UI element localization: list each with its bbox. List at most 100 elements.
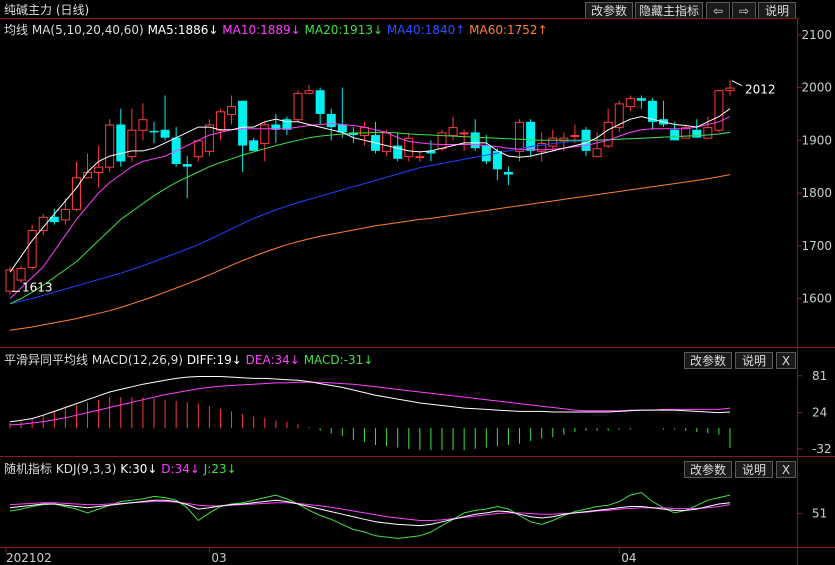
candle-body — [670, 129, 680, 141]
candle-body — [603, 121, 613, 147]
candle — [515, 119, 525, 162]
candle — [470, 119, 480, 151]
chart-canvas[interactable]: 1613 2012 2100 2000 1900 1800 1700 1600 81 24 -32… — [0, 0, 835, 565]
candle — [249, 137, 259, 151]
candle-body — [182, 164, 192, 167]
ma60-line — [9, 174, 731, 331]
candle — [260, 121, 270, 162]
candle — [371, 121, 381, 154]
candle-body — [315, 90, 325, 114]
candle — [293, 90, 303, 122]
candle-body — [5, 269, 15, 292]
k-line — [9, 499, 731, 527]
candle — [282, 116, 292, 136]
candle-body — [83, 171, 93, 179]
candle-body — [359, 127, 369, 137]
x-tick-label: 03 — [211, 551, 226, 565]
candle-body — [714, 90, 724, 131]
panel-frames — [0, 18, 835, 565]
axis-labels: 2100 2000 1900 1800 1700 1600 81 24 -32 51 202102 0… — [5, 28, 832, 565]
high-price-pointer — [731, 80, 743, 87]
candle-body — [249, 140, 259, 151]
candle — [526, 119, 536, 157]
dea-line — [9, 381, 731, 426]
candle — [171, 127, 181, 167]
y-tick-label: 2100 — [801, 28, 832, 42]
y-tick-label: 1700 — [801, 239, 832, 253]
candle — [359, 121, 369, 146]
candle — [537, 132, 547, 162]
candle-body — [127, 129, 137, 158]
candle-body — [470, 132, 480, 149]
candle-body — [515, 121, 525, 152]
macd-y-tick-label: 24 — [812, 406, 827, 420]
candle — [625, 95, 635, 112]
candle — [659, 100, 669, 128]
candle — [204, 119, 214, 157]
candle-body — [636, 98, 646, 101]
candle-body — [149, 130, 159, 133]
candle — [116, 108, 126, 167]
candle — [27, 224, 37, 270]
candle-body — [16, 267, 26, 281]
x-tick-label: 202102 — [6, 551, 52, 565]
candle — [315, 87, 325, 125]
macd-panel — [9, 376, 731, 451]
candle-body — [204, 124, 214, 152]
candle — [149, 121, 159, 143]
candle — [614, 100, 624, 133]
candle-body — [382, 132, 392, 152]
candle — [459, 129, 469, 151]
candle — [337, 87, 347, 138]
y-tick-label: 2000 — [801, 81, 832, 95]
candle-body — [703, 127, 713, 139]
candle — [160, 95, 170, 141]
candle — [94, 145, 104, 188]
candle-body — [160, 129, 170, 138]
candle-body — [293, 92, 303, 121]
price-panel: 1613 2012 — [5, 79, 776, 331]
candle — [71, 161, 81, 212]
candle — [714, 90, 724, 133]
candle-body — [548, 137, 558, 147]
candle — [692, 119, 702, 138]
candle-body — [625, 98, 635, 108]
candle — [647, 98, 657, 130]
candle — [49, 208, 59, 225]
candle-body — [692, 129, 702, 138]
candle-body — [592, 148, 602, 158]
candle — [138, 103, 148, 141]
candle-body — [326, 113, 336, 128]
candle-body — [193, 140, 203, 158]
candle-body — [94, 166, 104, 173]
candle-body — [448, 127, 458, 137]
candle-body — [238, 100, 248, 146]
x-tick-label: 04 — [621, 551, 636, 565]
j-line — [9, 491, 731, 539]
candle — [348, 127, 358, 143]
candle — [83, 153, 93, 179]
y-tick-label: 1600 — [801, 292, 832, 306]
candle — [193, 140, 203, 162]
candle-body — [71, 177, 81, 210]
candle-body — [725, 87, 735, 92]
candle — [481, 135, 491, 165]
candle-body — [105, 124, 115, 168]
candle — [404, 132, 414, 162]
candle-body — [415, 156, 425, 159]
macd-y-tick-label: -32 — [812, 442, 832, 456]
diff-line — [9, 376, 731, 423]
candle-body — [459, 132, 469, 135]
candle — [227, 95, 237, 125]
candle — [304, 84, 314, 94]
kdj-y-tick-label: 51 — [812, 507, 827, 521]
candle-body — [138, 119, 148, 131]
candle-body — [260, 124, 270, 144]
candle — [60, 198, 70, 225]
low-price-label: 1613 — [22, 280, 53, 294]
y-tick-label: 1800 — [801, 186, 832, 200]
kdj-panel — [9, 491, 731, 539]
candle-body — [227, 106, 237, 115]
candle — [415, 150, 425, 162]
candle-body — [215, 111, 225, 131]
